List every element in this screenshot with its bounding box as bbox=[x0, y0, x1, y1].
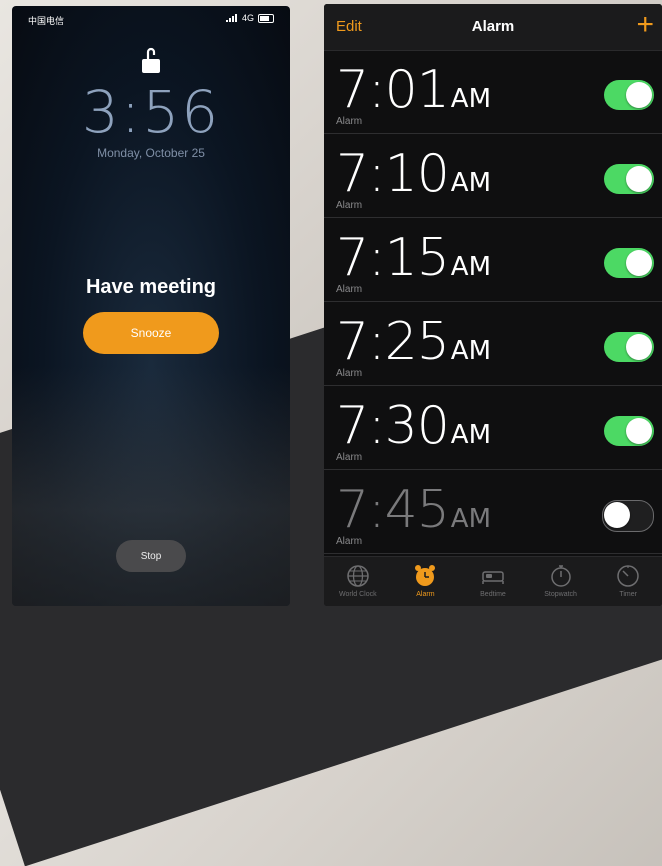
battery-icon bbox=[258, 13, 274, 23]
stopwatch-icon bbox=[550, 565, 571, 587]
alarm-label: Alarm bbox=[336, 368, 363, 379]
alarm-row[interactable]: 7:10AM Alarm bbox=[324, 134, 662, 218]
alarm-row[interactable]: 7:01AM Alarm bbox=[324, 50, 662, 134]
alarm-ampm: AM bbox=[450, 336, 491, 366]
tab-stopwatch[interactable]: Stopwatch bbox=[527, 557, 595, 606]
alarm-label: Alarm bbox=[336, 284, 363, 295]
alarm-toggle[interactable] bbox=[602, 500, 654, 532]
status-indicators: 4G bbox=[225, 13, 274, 23]
snooze-button[interactable]: Snooze bbox=[83, 312, 219, 354]
alarm-label: Alarm bbox=[336, 200, 363, 211]
alarm-toggle[interactable] bbox=[604, 164, 654, 194]
bed-icon bbox=[482, 571, 504, 584]
tab-bedtime[interactable]: Bedtime bbox=[459, 557, 527, 606]
alarm-app-phone: Edit Alarm + 7:01AM Alarm 7:10AM Alarm 7… bbox=[324, 4, 662, 606]
alarm-row[interactable]: 7:30AM Alarm bbox=[324, 386, 662, 470]
tab-label: Bedtime bbox=[480, 591, 506, 598]
stop-button[interactable]: Stop bbox=[116, 540, 186, 572]
alarm-ampm: AM bbox=[450, 84, 491, 114]
alarm-toggle[interactable] bbox=[604, 416, 654, 446]
alarm-row[interactable]: 7:15AM Alarm bbox=[324, 218, 662, 302]
tab-label: Timer bbox=[619, 591, 637, 598]
toggle-knob bbox=[626, 166, 652, 192]
timer-icon bbox=[617, 565, 639, 587]
tab-world-clock[interactable]: World Clock bbox=[324, 557, 392, 606]
alarm-label: Alarm bbox=[336, 116, 363, 127]
alarm-toggle[interactable] bbox=[604, 248, 654, 278]
tab-label: World Clock bbox=[338, 591, 377, 598]
status-bar: 中国电信 4G bbox=[12, 6, 290, 28]
page-title: Alarm bbox=[471, 18, 515, 35]
alarm-label: Alarm bbox=[336, 536, 363, 547]
network-type: 4G bbox=[241, 13, 254, 23]
alarm-ampm: AM bbox=[450, 252, 491, 282]
carrier-name: 中国电信 bbox=[28, 16, 65, 26]
unlocked-lock-icon bbox=[142, 47, 160, 73]
toggle-knob bbox=[626, 82, 652, 108]
signal-icon bbox=[225, 14, 237, 22]
tab-timer[interactable]: Timer bbox=[594, 557, 662, 606]
alarm-label: Have meeting bbox=[85, 276, 217, 298]
tab-bar: World Clock Alarm Bedtime Stopwatch Time… bbox=[324, 556, 662, 606]
alarm-toggle[interactable] bbox=[604, 80, 654, 110]
alarm-ampm: AM bbox=[450, 504, 491, 534]
toggle-knob bbox=[626, 250, 652, 276]
toggle-knob bbox=[626, 334, 652, 360]
add-alarm-button[interactable]: + bbox=[636, 8, 654, 42]
lock-screen-time: 3:56 bbox=[81, 78, 221, 146]
alarm-ampm: AM bbox=[450, 420, 491, 450]
lock-screen-phone: 中国电信 4G 3:56 Monday, October 25 Have mee… bbox=[12, 6, 290, 606]
tab-alarm[interactable]: Alarm bbox=[392, 557, 460, 606]
alarm-ampm: AM bbox=[450, 168, 491, 198]
toggle-knob bbox=[626, 418, 652, 444]
alarm-label: Alarm bbox=[336, 452, 363, 463]
tab-label: Stopwatch bbox=[544, 591, 577, 598]
alarm-row[interactable]: 7:45AM Alarm bbox=[324, 470, 662, 554]
globe-icon bbox=[347, 565, 369, 587]
alarm-toggle[interactable] bbox=[604, 332, 654, 362]
toggle-knob bbox=[604, 502, 630, 528]
alarm-clock-icon bbox=[415, 565, 436, 586]
tab-label: Alarm bbox=[416, 591, 435, 598]
navigation-bar: Edit Alarm + bbox=[324, 4, 662, 51]
alarm-row[interactable]: 7:25AM Alarm bbox=[324, 302, 662, 386]
alarm-list: 7:01AM Alarm 7:10AM Alarm 7:15AM Alarm 7… bbox=[324, 50, 662, 554]
lock-screen-date: Monday, October 25 bbox=[97, 146, 205, 160]
